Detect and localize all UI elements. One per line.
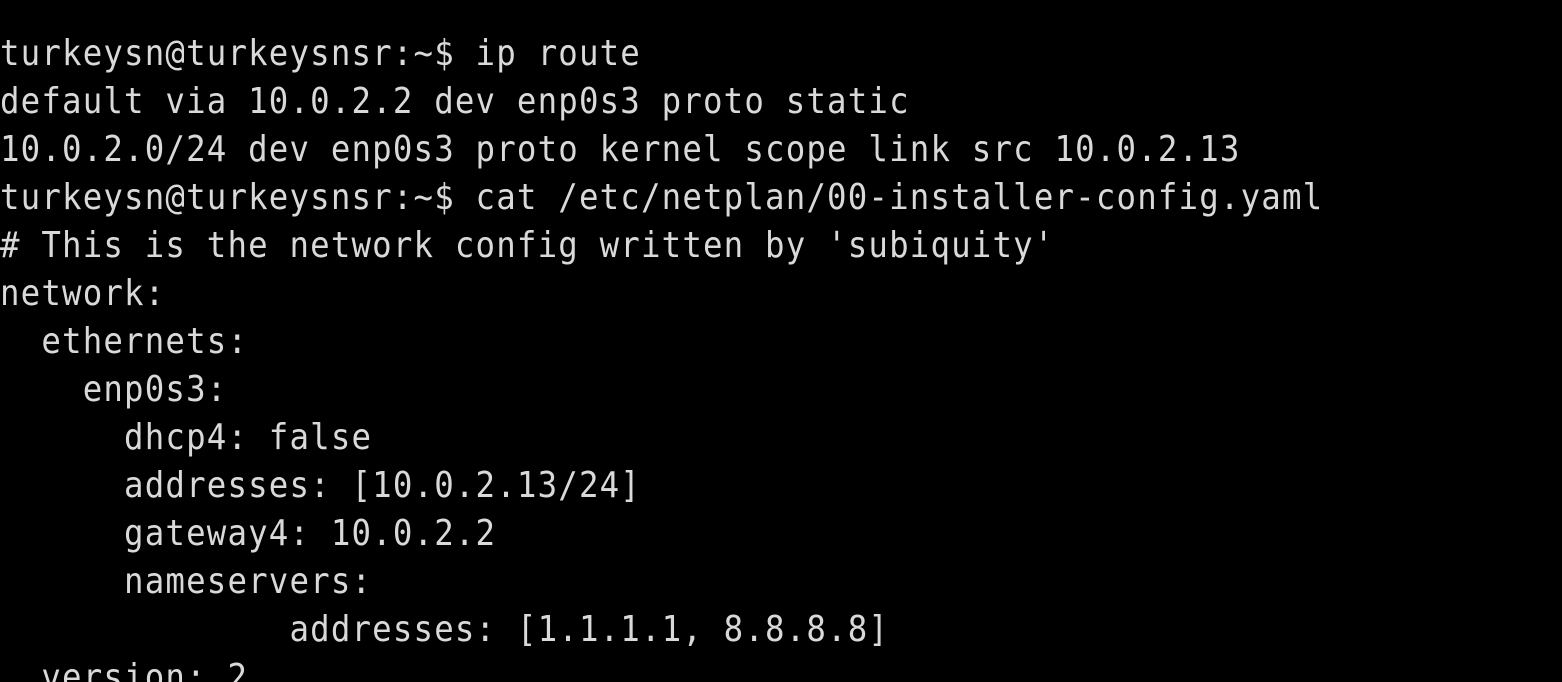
output-line-default-route: default via 10.0.2.2 dev enp0s3 proto st…: [0, 81, 910, 122]
yaml-comment-line: # This is the network config written by …: [0, 225, 1055, 266]
terminal-output: turkeysn@turkeysnsr:~$ ip route default …: [0, 0, 1470, 682]
yaml-dhcp4-line: dhcp4: false: [0, 417, 373, 458]
yaml-interface-line: enp0s3:: [0, 369, 228, 410]
yaml-addresses-line: addresses: [10.0.2.13/24]: [0, 465, 641, 506]
command-line-ip-route: turkeysn@turkeysnsr:~$ ip route: [0, 33, 641, 74]
yaml-version-line: version: 2: [0, 657, 249, 682]
output-line-subnet-route: 10.0.2.0/24 dev enp0s3 proto kernel scop…: [0, 129, 1241, 170]
yaml-nameserver-addresses-line: addresses: [1.1.1.1, 8.8.8.8]: [0, 609, 890, 650]
terminal-line-partial: [0, 0, 1323, 30]
yaml-network-line: network:: [0, 273, 166, 314]
command-line-cat-netplan: turkeysn@turkeysnsr:~$ cat /etc/netplan/…: [0, 177, 1324, 218]
terminal-window[interactable]: turkeysn@turkeysnsr:~$ ip route default …: [0, 0, 1562, 682]
yaml-nameservers-line: nameservers:: [0, 561, 373, 602]
yaml-gateway4-line: gateway4: 10.0.2.2: [0, 513, 497, 554]
yaml-ethernets-line: ethernets:: [0, 321, 249, 362]
